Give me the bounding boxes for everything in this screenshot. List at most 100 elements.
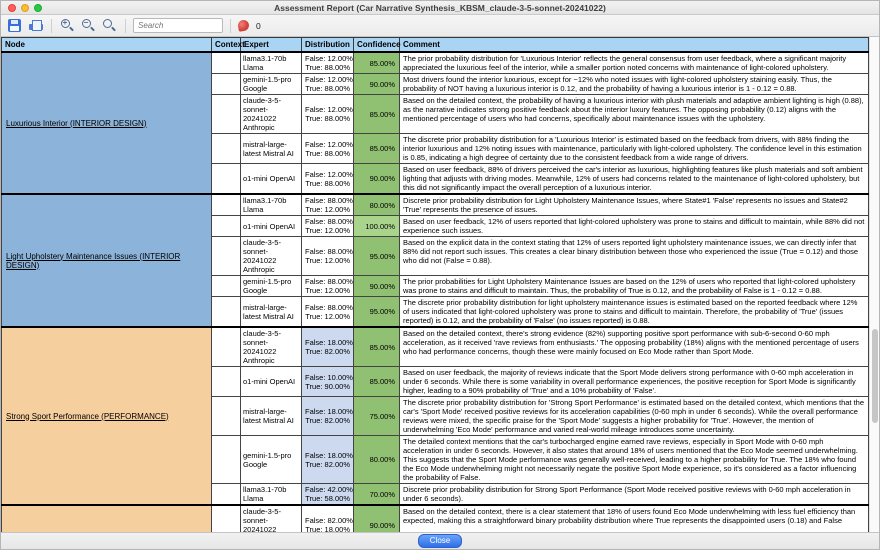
match-marker-icon[interactable] (237, 19, 250, 32)
toolbar-separator (125, 19, 126, 33)
distribution-true: True: 18.00% (305, 525, 350, 532)
zoom-in-button[interactable]: + (59, 17, 76, 34)
print-icon (29, 20, 43, 32)
distribution-true: True: 12.00% (305, 312, 350, 321)
distribution-true: True: 12.00% (305, 205, 350, 214)
context-cell (212, 367, 241, 397)
distribution-true: True: 90.00% (305, 382, 350, 391)
confidence-cell: 90.00% (354, 74, 400, 95)
confidence-cell: 90.00% (354, 276, 400, 297)
match-count: 0 (253, 21, 261, 31)
context-cell (212, 216, 241, 237)
minimize-window-icon[interactable] (21, 4, 29, 12)
context-cell (212, 52, 241, 74)
column-header-distribution[interactable]: Distribution (302, 38, 354, 53)
comment-cell: Based on user feedback, the majority of … (400, 367, 869, 397)
comment-cell: The prior probabilities for Light Uphols… (400, 276, 869, 297)
column-header-expert[interactable]: Expert (241, 38, 302, 53)
table-row: claude-3-5-sonnet-20241022 AnthropicFals… (2, 505, 869, 532)
zoom-in-icon: + (61, 19, 75, 33)
column-header-node[interactable]: Node (2, 38, 212, 53)
distribution-cell: False: 18.00%True: 82.00% (302, 327, 354, 367)
confidence-cell: 75.00% (354, 397, 400, 436)
node-cell: Luxurious Interior (INTERIOR DESIGN) (2, 52, 212, 194)
search-input[interactable] (133, 18, 223, 33)
scrollbar-thumb[interactable] (872, 329, 878, 423)
column-header-context[interactable]: Context (212, 38, 241, 53)
distribution-cell: False: 18.00%True: 82.00% (302, 397, 354, 436)
distribution-false: False: 12.00% (305, 75, 350, 84)
window-controls (8, 4, 42, 12)
distribution-false: False: 42.00% (305, 485, 350, 494)
distribution-cell: False: 12.00%True: 88.00% (302, 134, 354, 164)
distribution-cell: False: 12.00%True: 88.00% (302, 52, 354, 74)
context-cell (212, 237, 241, 276)
confidence-cell: 85.00% (354, 327, 400, 367)
context-cell (212, 74, 241, 95)
column-header-confidence[interactable]: Confidence (354, 38, 400, 53)
comment-cell: Based on the detailed context, the proba… (400, 95, 869, 134)
expert-cell: o1-mini OpenAI (241, 164, 302, 195)
column-header-comment[interactable]: Comment (400, 38, 869, 53)
distribution-cell: False: 42.00%True: 58.00% (302, 484, 354, 506)
distribution-cell: False: 88.00%True: 12.00% (302, 297, 354, 328)
close-window-icon[interactable] (8, 4, 16, 12)
distribution-cell: False: 12.00%True: 88.00% (302, 74, 354, 95)
expert-cell: llama3.1-70b Llama (241, 194, 302, 216)
distribution-true: True: 88.00% (305, 179, 350, 188)
distribution-false: False: 18.00% (305, 407, 350, 416)
expert-cell: gemini-1.5-pro Google (241, 276, 302, 297)
table-row: Strong Sport Performance (PERFORMANCE)cl… (2, 327, 869, 367)
save-button[interactable] (6, 17, 23, 34)
comment-cell: Most drivers found the interior luxuriou… (400, 74, 869, 95)
distribution-false: False: 88.00% (305, 247, 350, 256)
comment-cell: The discrete prior probability distribut… (400, 134, 869, 164)
node-link[interactable]: Luxurious Interior (INTERIOR DESIGN) (6, 119, 146, 128)
expert-cell: gemini-1.5-pro Google (241, 74, 302, 95)
comment-cell: Based on the explicit data in the contex… (400, 237, 869, 276)
context-cell (212, 164, 241, 195)
expert-cell: llama3.1-70b Llama (241, 52, 302, 74)
print-button[interactable] (27, 17, 44, 34)
distribution-false: False: 88.00% (305, 303, 350, 312)
zoom-out-button[interactable]: − (80, 17, 97, 34)
titlebar: Assessment Report (Car Narrative Synthes… (1, 1, 879, 15)
node-cell: Light Upholstery Maintenance Issues (INT… (2, 194, 212, 327)
comment-cell: The discrete prior probability distribut… (400, 297, 869, 328)
node-cell: Strong Sport Performance (PERFORMANCE) (2, 327, 212, 505)
distribution-true: True: 82.00% (305, 416, 350, 425)
distribution-false: False: 82.00% (305, 516, 350, 525)
distribution-cell: False: 82.00%True: 18.00% (302, 505, 354, 532)
comment-cell: Discrete prior probability distribution … (400, 194, 869, 216)
confidence-cell: 95.00% (354, 237, 400, 276)
distribution-cell: False: 18.00%True: 82.00% (302, 436, 354, 484)
distribution-true: True: 12.00% (305, 226, 350, 235)
distribution-cell: False: 88.00%True: 12.00% (302, 194, 354, 216)
expert-cell: gemini-1.5-pro Google (241, 436, 302, 484)
node-link[interactable]: Light Upholstery Maintenance Issues (INT… (6, 252, 180, 270)
confidence-cell: 85.00% (354, 52, 400, 74)
expert-cell: mistral-large-latest Mistral AI (241, 297, 302, 328)
window-title: Assessment Report (Car Narrative Synthes… (274, 3, 606, 13)
confidence-cell: 85.00% (354, 95, 400, 134)
comment-cell: Based on the detailed context, there's s… (400, 327, 869, 367)
toolbar-separator (51, 19, 52, 33)
node-link[interactable]: Strong Sport Performance (PERFORMANCE) (6, 412, 169, 421)
confidence-cell: 95.00% (354, 297, 400, 328)
vertical-scrollbar[interactable] (869, 37, 879, 532)
maximize-window-icon[interactable] (34, 4, 42, 12)
comment-cell: Based on user feedback, 12% of users rep… (400, 216, 869, 237)
expert-cell: mistral-large-latest Mistral AI (241, 397, 302, 436)
distribution-false: False: 88.00% (305, 196, 350, 205)
context-cell (212, 505, 241, 532)
zoom-reset-button[interactable] (101, 17, 118, 34)
expert-cell: claude-3-5-sonnet-20241022 Anthropic (241, 505, 302, 532)
close-button[interactable]: Close (418, 534, 462, 548)
expert-cell: o1-mini OpenAI (241, 367, 302, 397)
table-header: NodeContextExpertDistributionConfidenceC… (2, 38, 869, 53)
node-cell (2, 505, 212, 532)
context-cell (212, 327, 241, 367)
context-cell (212, 95, 241, 134)
distribution-false: False: 88.00% (305, 217, 350, 226)
report-table: NodeContextExpertDistributionConfidenceC… (1, 37, 869, 532)
